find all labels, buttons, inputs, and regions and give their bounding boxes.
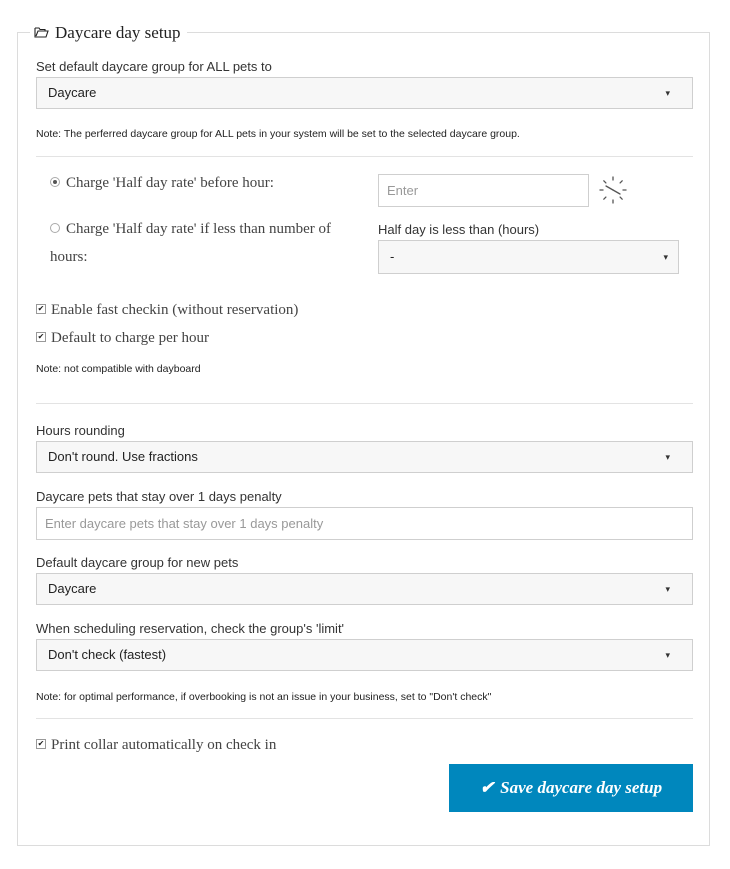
fieldset-legend: Daycare day setup	[30, 22, 187, 44]
clock-icon[interactable]	[598, 175, 628, 205]
save-button[interactable]: ✔ Save daycare day setup	[449, 764, 693, 812]
half-day-hours-select[interactable]: - ▾	[378, 240, 679, 274]
half-day-hour-placeholder: Enter	[387, 183, 419, 198]
default-group-note: Note: The perferred daycare group for AL…	[36, 128, 520, 140]
legend-title: Daycare day setup	[55, 23, 181, 42]
charge-per-hour-label: Default to charge per hour	[51, 330, 209, 346]
folder-open-icon	[34, 22, 49, 44]
print-collar-option[interactable]: ✔ Print collar automatically on check in	[36, 731, 276, 759]
half-day-less-than-label-cont: hours:	[50, 249, 88, 265]
new-pets-group-value: Daycare	[48, 581, 97, 596]
limit-check-select[interactable]: Don't check (fastest) ▾	[36, 639, 693, 671]
divider	[36, 156, 693, 157]
limit-check-note: Note: for optimal performance, if overbo…	[36, 691, 492, 703]
charge-per-hour-option[interactable]: ✔ Default to charge per hour	[36, 324, 209, 352]
half-day-less-than-label: Charge 'Half day rate' if less than numb…	[66, 221, 332, 237]
divider	[36, 718, 693, 719]
half-day-hour-input[interactable]: Enter	[378, 174, 589, 207]
half-day-hours-label: Half day is less than (hours)	[378, 222, 540, 237]
checkin-note: Note: not compatible with dayboard	[36, 363, 201, 375]
half-day-hours-value: -	[390, 249, 395, 264]
limit-check-label: When scheduling reservation, check the g…	[36, 621, 345, 636]
divider	[36, 403, 693, 404]
fast-checkin-option[interactable]: ✔ Enable fast checkin (without reservatio…	[36, 296, 298, 324]
default-group-label: Set default daycare group for ALL pets t…	[36, 59, 272, 74]
limit-check-value: Don't check (fastest)	[48, 647, 167, 662]
half-day-before-hour-option[interactable]: Charge 'Half day rate' before hour:	[50, 169, 274, 197]
penalty-placeholder: Enter daycare pets that stay over 1 days…	[45, 516, 324, 531]
penalty-label: Daycare pets that stay over 1 days penal…	[36, 489, 282, 504]
default-group-value: Daycare	[48, 85, 97, 100]
hours-rounding-label: Hours rounding	[36, 423, 125, 438]
half-day-less-than-option[interactable]: Charge 'Half day rate' if less than numb…	[50, 215, 331, 243]
half-day-before-hour-label: Charge 'Half day rate' before hour:	[66, 175, 274, 191]
penalty-input[interactable]: Enter daycare pets that stay over 1 days…	[36, 507, 693, 540]
checkbox-checked-icon[interactable]: ✔	[36, 303, 46, 314]
hours-rounding-select[interactable]: Don't round. Use fractions ▾	[36, 441, 693, 473]
caret-down-icon: ▾	[663, 252, 668, 262]
setup-fieldset	[17, 32, 710, 846]
checkbox-checked-icon[interactable]: ✔	[36, 331, 46, 342]
default-group-select[interactable]: Daycare ▾	[36, 77, 693, 109]
new-pets-group-select[interactable]: Daycare ▾	[36, 573, 693, 605]
checkbox-checked-icon[interactable]: ✔	[36, 738, 46, 749]
caret-down-icon: ▾	[665, 650, 670, 660]
radio-selected-icon[interactable]	[50, 176, 60, 187]
hours-rounding-value: Don't round. Use fractions	[48, 449, 198, 464]
print-collar-label: Print collar automatically on check in	[51, 737, 277, 753]
caret-down-icon: ▾	[665, 88, 670, 98]
fast-checkin-label: Enable fast checkin (without reservation…	[51, 302, 299, 318]
save-button-label: Save daycare day setup	[500, 778, 663, 797]
caret-down-icon: ▾	[665, 452, 670, 462]
caret-down-icon: ▾	[665, 584, 670, 594]
checkmark-icon: ✔	[479, 778, 495, 797]
new-pets-group-label: Default daycare group for new pets	[36, 555, 239, 570]
radio-unselected-icon[interactable]	[50, 222, 60, 233]
